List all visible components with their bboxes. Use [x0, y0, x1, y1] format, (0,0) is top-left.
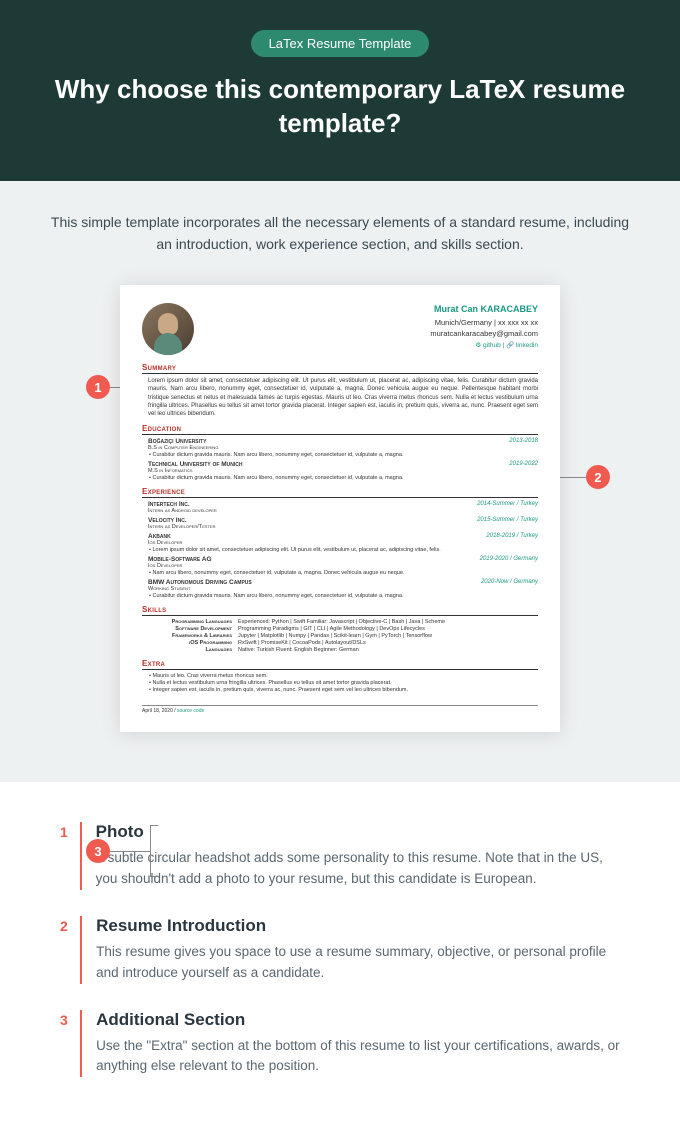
hero-section: LaTex Resume Template Why choose this co…: [0, 0, 680, 181]
exp-title: BMW Autonomous Driving Campus: [148, 579, 252, 586]
section-title: Education: [142, 424, 538, 435]
edu-bullet: Curabitur dictum gravida mauris. Nam arc…: [142, 452, 538, 458]
feature-title: Additional Section: [96, 1010, 620, 1030]
section-title: Experience: [142, 487, 538, 498]
skill-label: Programming Languages: [148, 619, 238, 625]
skill-label: Frameworks & Libraries: [148, 633, 238, 639]
edu-title: Technical University of Munich: [148, 461, 243, 468]
resume-location: Munich/Germany: [435, 318, 492, 327]
exp-date: 2019-2020 / Germany: [480, 556, 538, 563]
resume-preview: Murat Can KARACABEY Munich/Germany | xx …: [120, 285, 560, 731]
intro-section: This simple template incorporates all th…: [0, 181, 680, 782]
page-title: Why choose this contemporary LaTeX resum…: [20, 73, 660, 141]
skill-label: Languages: [148, 647, 238, 653]
feature-item: 3 Additional Section Use the "Extra" sec…: [60, 1010, 620, 1078]
resume-links: ⚙ github | 🔗 linkedin: [430, 341, 538, 351]
skill-value: RxSwift | PromiseKit | CocoaPods | Autol…: [238, 640, 366, 646]
feature-title: Photo: [96, 822, 620, 842]
section-extra: Extra Mauris ut leo. Cras viverra metus …: [142, 659, 538, 693]
exp-title: Velocity Inc.: [148, 517, 187, 524]
exp-bullet: Lorem ipsum dolor sit amet, consectetuer…: [142, 547, 538, 553]
skill-label: iOS Programming: [148, 640, 238, 646]
callout-1-number: 1: [86, 375, 110, 399]
exp-sub: Ios Developer: [142, 540, 538, 546]
feature-bar: [80, 822, 82, 890]
feature-number: 2: [60, 918, 80, 934]
callout-line: [110, 851, 150, 852]
exp-sub: Ios Developer: [142, 563, 538, 569]
exp-sub: Working Student: [142, 586, 538, 592]
source-link: source code: [177, 708, 204, 714]
section-title: Extra: [142, 659, 538, 670]
callout-2-number: 2: [586, 465, 610, 489]
resume-name: Murat Can KARACABEY: [430, 303, 538, 317]
edu-bullet: Curabitur dictum gravida mauris. Nam arc…: [142, 475, 538, 481]
exp-title: Intertech Inc.: [148, 501, 190, 508]
resume-contact: Murat Can KARACABEY Munich/Germany | xx …: [430, 303, 538, 351]
feature-desc: Use the "Extra" section at the bottom of…: [96, 1036, 620, 1078]
section-skills: Skills Programming LanguagesExperienced:…: [142, 605, 538, 653]
skill-value: Programming Paradigms | GIT | CLI | Agil…: [238, 626, 425, 632]
extra-bullet: Mauris ut leo. Cras viverra metus rhoncu…: [142, 673, 538, 679]
exp-title: Mobile-Software AG: [148, 556, 212, 563]
section-education: Education Boğaziçi University 2013-2018 B…: [142, 424, 538, 481]
resume-email: muratcankaracabey@gmail.com: [430, 328, 538, 339]
exp-sub: Intern as Android developer: [142, 508, 538, 514]
summary-text: Lorem ipsum dolor sit amet, consectetuer…: [142, 377, 538, 417]
extra-bullet: Nulla et lectus vestibulum urna fringill…: [142, 680, 538, 686]
section-experience: Experience Intertech Inc. 2014-Summer / T…: [142, 487, 538, 599]
extra-bullet: Integer sapien est, iaculis in, pretium …: [142, 687, 538, 693]
section-summary: Summary Lorem ipsum dolor sit amet, cons…: [142, 363, 538, 417]
callout-3-number: 3: [86, 839, 110, 863]
exp-date: 2018-2019 / Turkey: [486, 533, 538, 540]
resume-photo: [142, 303, 194, 355]
intro-text: This simple template incorporates all th…: [50, 211, 630, 256]
feature-title: Resume Introduction: [96, 916, 620, 936]
skill-value: Native: Turkish Fluent: English Beginner…: [238, 647, 359, 653]
feature-number: 1: [60, 824, 80, 840]
exp-bullet: Curabitur dictum gravida mauris. Nam arc…: [142, 593, 538, 599]
exp-date: 2014-Summer / Turkey: [477, 501, 538, 508]
edu-date: 2019-2022: [509, 461, 538, 468]
feature-number: 3: [60, 1012, 80, 1028]
edu-title: Boğaziçi University: [148, 438, 206, 445]
skill-label: Software Development: [148, 626, 238, 632]
section-title: Summary: [142, 363, 538, 374]
feature-bar: [80, 916, 82, 984]
section-title: Skills: [142, 605, 538, 616]
feature-desc: A subtle circular headshot adds some per…: [96, 848, 620, 890]
feature-item: 2 Resume Introduction This resume gives …: [60, 916, 620, 984]
exp-date: 2015-Summer / Turkey: [477, 517, 538, 524]
edu-sub: M.S in Informatics: [142, 468, 538, 474]
resume-footer: April 18, 2020 / source code: [142, 705, 538, 714]
exp-title: Akbank: [148, 533, 171, 540]
resume-preview-wrap: 1 2 3 Murat Can KARACABEY Munich/Germany…: [50, 285, 630, 731]
exp-date: 2020-Now / Germany: [481, 579, 538, 586]
category-badge: LaTex Resume Template: [251, 30, 430, 57]
feature-desc: This resume gives you space to use a res…: [96, 942, 620, 984]
resume-header: Murat Can KARACABEY Munich/Germany | xx …: [142, 303, 538, 355]
exp-bullet: Nam arcu libero, nonummy eget, consectet…: [142, 570, 538, 576]
feature-bar: [80, 1010, 82, 1078]
edu-sub: B.S in Computer Engineering: [142, 445, 538, 451]
callout-bracket: [150, 825, 158, 877]
skill-value: Jupyter | Matplotlib | Numpy | Pandas | …: [238, 633, 432, 639]
callout-3: 3: [86, 825, 158, 877]
exp-sub: Intern as Developer/Tester: [142, 524, 538, 530]
edu-date: 2013-2018: [509, 438, 538, 445]
skill-value: Experienced: Python | Swift Familiar: Ja…: [238, 619, 445, 625]
resume-phone: xx xxx xx xx: [498, 318, 538, 327]
